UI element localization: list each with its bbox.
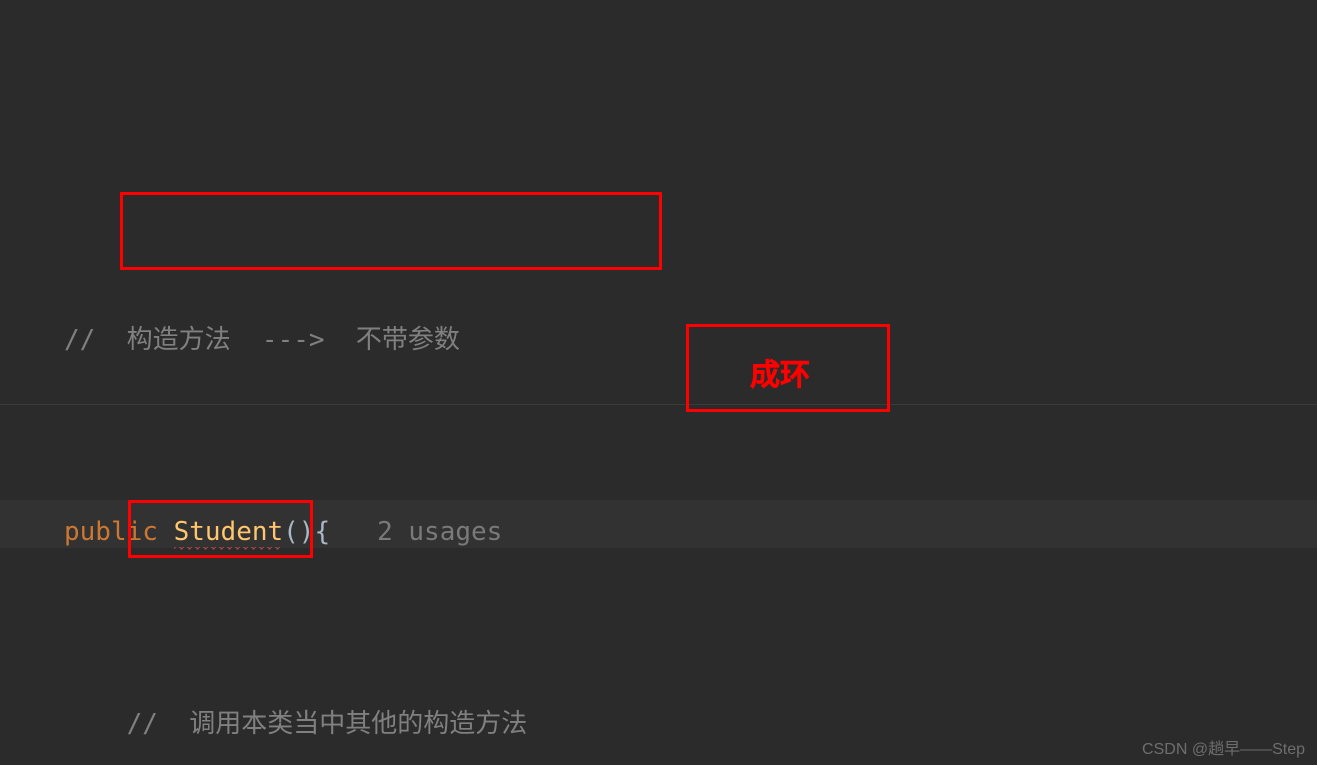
annotation-box-this-call-noarg [128, 500, 313, 558]
watermark: CSDN @趟早——Step [1142, 735, 1305, 759]
comment-call-other-ctor: // 调用本类当中其他的构造方法 [127, 709, 528, 739]
annotation-text-cycle: 成环 [750, 352, 810, 400]
code-editor[interactable]: // 构造方法 ---> 不带参数 public Student(){ 2 us… [0, 0, 1317, 765]
comment-constructor-noarg: // 构造方法 ---> 不带参数 [64, 325, 460, 355]
annotation-box-this-call-args [120, 192, 662, 270]
method-separator [0, 404, 1317, 405]
usages-hint-1[interactable]: 2 usages [377, 517, 502, 547]
